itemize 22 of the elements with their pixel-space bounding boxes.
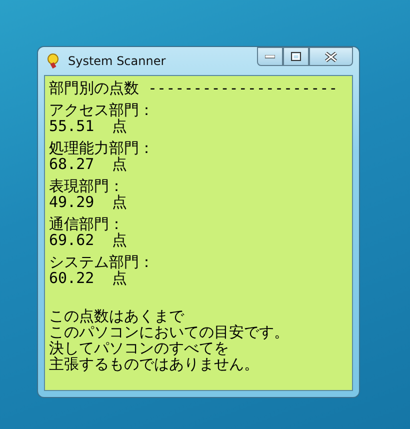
department-name: 通信部門： [49,216,124,232]
department-score: 68.27 点 [49,156,128,172]
department-score: 60.22 点 [49,270,128,286]
window-title: System Scanner [68,54,166,68]
close-button[interactable] [309,47,353,66]
note-text: この点数はあくまで [49,308,186,324]
department-score: 69.62 点 [49,232,128,248]
maximize-button[interactable] [283,47,309,66]
department-name: システム部門： [49,254,155,270]
heading-text: 部門別の点数 --------------------- [49,80,339,96]
department-name: 処理能力部門： [49,140,155,156]
department-name: アクセス部門： [49,102,155,118]
close-icon [325,52,337,62]
department-name: 表現部門： [49,178,124,194]
note-text: 決してパソコンのすべてを [49,340,230,356]
department-score: 55.51 点 [49,118,128,134]
note-text: このパソコンにおいての目安です。 [49,324,290,340]
note-text: 主張するものではありません。 [49,356,260,372]
maximize-icon [291,52,301,61]
minimize-icon [265,54,275,58]
department-score: 49.29 点 [49,194,128,210]
minimize-button[interactable] [257,47,283,66]
